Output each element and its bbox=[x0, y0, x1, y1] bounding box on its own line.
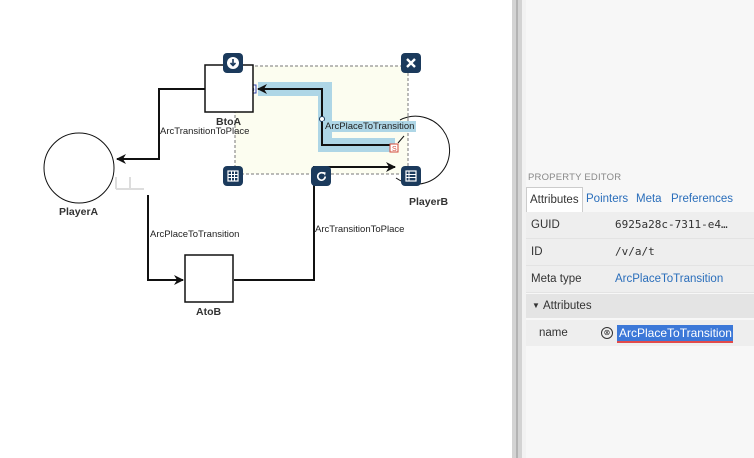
place-label-playera: PlayerA bbox=[59, 206, 99, 218]
grid-icon bbox=[227, 170, 239, 182]
close-button[interactable] bbox=[401, 53, 421, 73]
property-value: /v/a/t bbox=[615, 245, 655, 258]
close-icon bbox=[406, 58, 416, 68]
source-handle-glyph: S bbox=[392, 146, 397, 153]
list-button[interactable] bbox=[401, 166, 421, 186]
property-key: Meta type bbox=[531, 273, 582, 285]
property-row-name: name ⊗ ArcPlaceToTransition bbox=[526, 320, 754, 346]
right-panel: PROPERTY EDITOR Attributes Pointers Meta… bbox=[522, 0, 754, 458]
diagram-canvas[interactable]: S D ArcTransitionToPlace ArcPlaceToTrans… bbox=[0, 0, 512, 458]
list-icon bbox=[405, 170, 417, 182]
selected-arc-label: ArcPlaceToTransition bbox=[323, 121, 417, 132]
tab-meta[interactable]: Meta bbox=[636, 187, 662, 211]
property-row-meta-type: Meta type ArcPlaceToTransition bbox=[526, 266, 754, 293]
transition-label-btoa: BtoA bbox=[216, 116, 242, 128]
rotate-icon bbox=[316, 171, 326, 181]
property-value: 6925a28c-7311-e495… bbox=[615, 218, 733, 231]
property-key: ID bbox=[531, 246, 543, 258]
grid-button[interactable] bbox=[223, 166, 243, 186]
property-editor-tabs: Attributes Pointers Meta Preferences bbox=[526, 187, 754, 212]
clear-icon[interactable]: ⊗ bbox=[601, 327, 613, 339]
attributes-group-label: Attributes bbox=[543, 300, 592, 312]
property-row-id: ID /v/a/t bbox=[526, 239, 754, 266]
splitter-line bbox=[516, 0, 518, 458]
arc-label-place-to-transition: ArcPlaceToTransition bbox=[150, 229, 240, 240]
arc-label-transition-to-place-2: ArcTransitionToPlace bbox=[315, 224, 405, 235]
tab-pointers[interactable]: Pointers bbox=[586, 187, 628, 211]
arc-btoa-playera[interactable] bbox=[116, 88, 205, 164]
rotate-button[interactable] bbox=[311, 166, 331, 186]
transition-label-atob: AtoB bbox=[196, 306, 222, 318]
name-input[interactable]: ArcPlaceToTransition bbox=[617, 325, 733, 343]
place-playera[interactable] bbox=[43, 132, 115, 204]
download-button[interactable] bbox=[223, 53, 243, 73]
download-icon bbox=[227, 57, 239, 69]
property-key: name bbox=[539, 327, 568, 339]
meta-type-link[interactable]: ArcPlaceToTransition bbox=[615, 266, 733, 292]
tab-attributes[interactable]: Attributes bbox=[526, 187, 583, 212]
property-key: GUID bbox=[531, 219, 560, 231]
tab-preferences[interactable]: Preferences bbox=[671, 187, 733, 211]
property-row-guid: GUID 6925a28c-7311-e495… bbox=[526, 212, 754, 239]
transition-atob[interactable] bbox=[184, 254, 234, 303]
property-editor-title: PROPERTY EDITOR bbox=[528, 172, 622, 183]
attributes-group-header[interactable]: ▼ Attributes bbox=[526, 294, 754, 318]
place-label-playerb: PlayerB bbox=[409, 196, 449, 208]
caret-down-icon: ▼ bbox=[532, 301, 540, 310]
